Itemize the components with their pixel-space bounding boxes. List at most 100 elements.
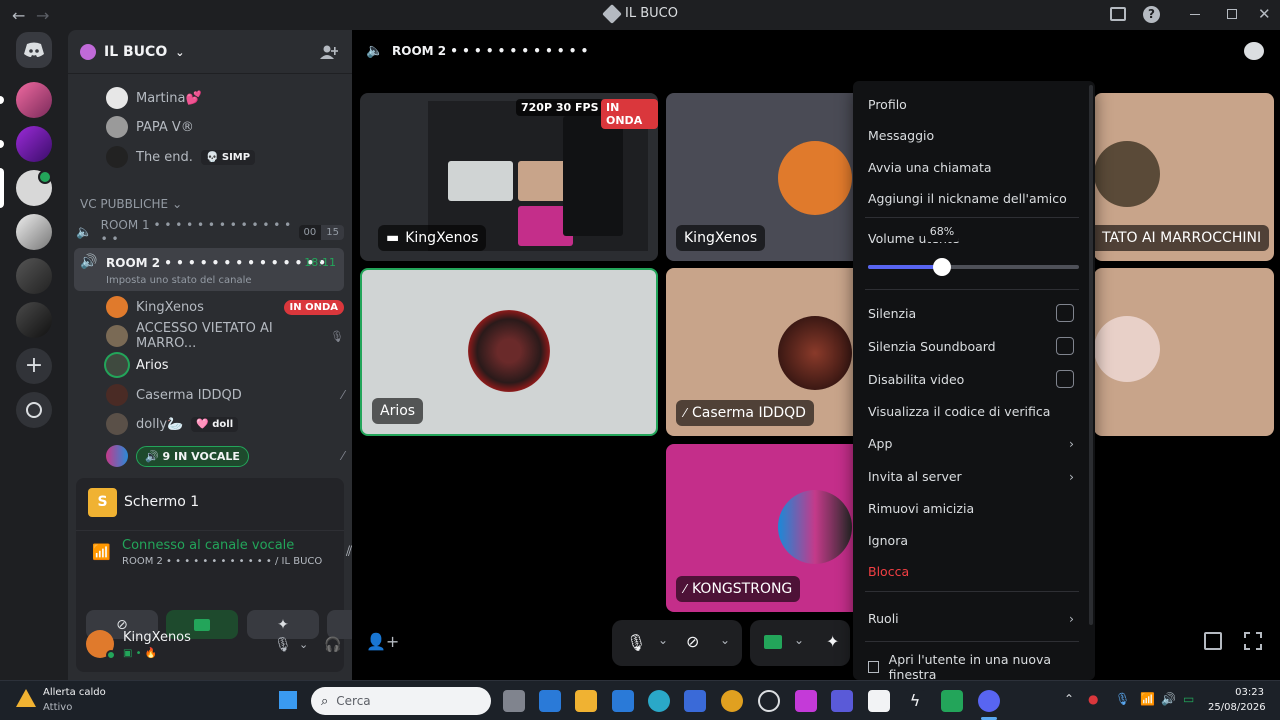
battery-icon[interactable]: ▭ xyxy=(1183,692,1194,706)
in-voice-chip[interactable]: 🔊 9 IN VOCALE xyxy=(136,445,249,467)
game-app-icon[interactable] xyxy=(941,690,963,712)
chat-icon[interactable] xyxy=(1244,42,1264,60)
chevron-down-icon[interactable]: ⌄ xyxy=(794,633,804,647)
activities-button[interactable]: ✦ xyxy=(247,610,319,639)
list-item[interactable]: PAPA V® xyxy=(106,114,344,140)
signal-icon[interactable]: 📶 xyxy=(92,543,111,561)
channel-room-2[interactable]: 🔊 ROOM 2 • • • • • • • • • • • • • • 18:… xyxy=(74,248,344,291)
mic-icon[interactable]: 🎙 xyxy=(626,633,646,652)
chevron-down-icon[interactable]: ⌄ xyxy=(658,633,668,647)
volume-icon[interactable]: 🔊 xyxy=(1161,692,1176,706)
channel-room-1[interactable]: 🔈 ROOM 1 • • • • • • • • • • • • • • • 0… xyxy=(76,218,344,246)
menu-item-verification-code[interactable]: Visualizza il codice di verifica xyxy=(861,397,1081,425)
teams-icon[interactable] xyxy=(831,690,853,712)
menu-item-disable-video[interactable]: Disabilita video xyxy=(861,365,1081,393)
close-icon[interactable]: ✕ xyxy=(1258,5,1271,23)
menu-item-profile[interactable]: Profilo xyxy=(861,90,1081,118)
menu-item-invite[interactable]: Invita al server › xyxy=(861,462,1081,490)
server-avatar-5[interactable] xyxy=(16,258,52,294)
menu-item-add-nickname[interactable]: Aggiungi il nickname dell'amico xyxy=(861,184,1081,212)
server-avatar-6[interactable] xyxy=(16,302,52,338)
chevron-down-icon[interactable]: ⌄ xyxy=(299,638,308,651)
server-avatar-1[interactable] xyxy=(16,82,52,118)
checkbox[interactable] xyxy=(1056,370,1074,388)
menu-item-app[interactable]: App › xyxy=(861,429,1081,457)
voice-user-row[interactable]: KingXenos IN ONDA xyxy=(106,294,344,320)
menu-item-roles[interactable]: Ruoli › xyxy=(861,604,1081,632)
list-item[interactable]: Martina💕 xyxy=(106,85,344,111)
show-hidden-icons[interactable]: ⌃ xyxy=(1064,692,1074,706)
menu-item-call[interactable]: Avvia una chiamata xyxy=(861,153,1081,181)
server-avatar-2[interactable] xyxy=(16,126,52,162)
store-icon[interactable] xyxy=(684,690,706,712)
list-item[interactable]: The end. 💀 SIMP xyxy=(106,144,344,170)
minimize-icon[interactable] xyxy=(1190,14,1200,15)
discord-taskbar-icon[interactable] xyxy=(978,690,1000,712)
edge-icon[interactable] xyxy=(648,690,670,712)
weather-alert-icon[interactable] xyxy=(16,689,36,707)
help-icon[interactable]: ? xyxy=(1143,6,1160,23)
lightning-app-icon[interactable]: ϟ xyxy=(904,690,926,712)
menu-item-ignore[interactable]: Ignora xyxy=(861,526,1081,554)
voice-status-sub[interactable]: ROOM 2 • • • • • • • • • • • • / IL BUCO xyxy=(122,556,322,567)
participant-tile[interactable] xyxy=(1094,268,1274,436)
invite-to-voice-icon[interactable]: 👤+ xyxy=(366,632,399,651)
file-explorer-icon[interactable] xyxy=(575,690,597,712)
dropbox-icon[interactable] xyxy=(612,690,634,712)
category-header[interactable]: VC PUBBLICHE ⌄ xyxy=(80,197,182,211)
voice-user-row[interactable]: Arios xyxy=(106,352,344,378)
checkbox[interactable] xyxy=(1056,304,1074,322)
voice-user-row[interactable]: Caserma IDDQD ⁄ xyxy=(106,382,344,408)
user-panel-name[interactable]: KingXenos xyxy=(123,630,191,645)
weather-alert-title[interactable]: Allerta caldo xyxy=(43,687,106,698)
windows-start-icon[interactable] xyxy=(279,691,297,709)
copilot-icon[interactable] xyxy=(795,690,817,712)
volume-slider-track[interactable] xyxy=(868,258,1079,276)
participant-tile[interactable]: ⁄ KONGSTRONG xyxy=(666,444,866,612)
server-avatar-4[interactable] xyxy=(16,214,52,250)
camera-off-icon[interactable]: ⊘ xyxy=(686,632,699,651)
server-header[interactable]: IL BUCO ⌄ xyxy=(80,40,184,64)
tray-app-icon[interactable]: ● xyxy=(1088,692,1098,706)
mic-icon[interactable]: 🎙 xyxy=(274,637,292,653)
taskbar-time[interactable]: 03:23 xyxy=(1222,687,1264,698)
popout-icon[interactable] xyxy=(1204,632,1222,650)
invite-people-icon[interactable] xyxy=(320,44,338,60)
menu-item-remove-friend[interactable]: Rimuovi amicizia xyxy=(861,494,1081,522)
inbox-icon[interactable] xyxy=(1110,7,1126,21)
forward-arrow-icon[interactable]: → xyxy=(36,6,49,25)
screen-share-active-icon[interactable] xyxy=(764,635,782,649)
back-arrow-icon[interactable]: ← xyxy=(12,6,25,25)
discord-home-icon[interactable] xyxy=(16,32,52,68)
channel-status-hint[interactable]: Imposta uno stato del canale xyxy=(106,275,252,286)
explore-icon[interactable] xyxy=(16,392,52,428)
participant-tile[interactable]: ⁄ Caserma IDDQD xyxy=(666,268,866,436)
voice-user-row[interactable]: ACCESSO VIETATO AI MARRO... 🎙 xyxy=(106,321,344,351)
amazon-icon[interactable] xyxy=(868,690,890,712)
task-view-icon[interactable] xyxy=(503,690,525,712)
participant-tile-speaking[interactable]: Arios xyxy=(360,268,658,436)
chrome-icon[interactable] xyxy=(721,690,743,712)
participant-tile[interactable]: TATO AI MARROCCHINI xyxy=(1094,93,1274,261)
participant-tile[interactable]: KingXenos xyxy=(666,93,866,261)
maximize-icon[interactable] xyxy=(1227,9,1237,19)
menu-item-open-window[interactable]: Apri l'utente in una nuova finestra xyxy=(861,652,1081,680)
stream-tile[interactable]: 720P 30 FPS IN ONDA ▬ KingXenos xyxy=(360,93,658,261)
chevron-down-icon[interactable]: ⌄ xyxy=(720,633,730,647)
taskbar-date[interactable]: 25/08/2026 xyxy=(1208,702,1266,713)
fullscreen-icon[interactable] xyxy=(1244,632,1262,650)
headphones-icon[interactable]: 🎧 xyxy=(324,637,341,653)
activities-icon[interactable]: ✦ xyxy=(826,632,839,651)
menu-item-mute[interactable]: Silenzia xyxy=(861,299,1081,327)
menu-item-mute-soundboard[interactable]: Silenzia Soundboard xyxy=(861,332,1081,360)
outlook-icon[interactable] xyxy=(539,690,561,712)
volume-slider-handle[interactable] xyxy=(932,258,951,276)
checkbox[interactable] xyxy=(1056,337,1074,355)
menu-item-block[interactable]: Blocca xyxy=(861,557,1081,585)
voice-user-row[interactable]: dolly🦢 🩷 doll xyxy=(106,411,344,437)
obs-icon[interactable] xyxy=(758,690,780,712)
add-server-icon[interactable]: + xyxy=(16,348,52,384)
menu-scrollbar[interactable] xyxy=(1089,85,1093,625)
wifi-icon[interactable]: 📶 xyxy=(1140,692,1155,706)
taskbar-search[interactable]: ⌕ Cerca xyxy=(311,687,491,715)
